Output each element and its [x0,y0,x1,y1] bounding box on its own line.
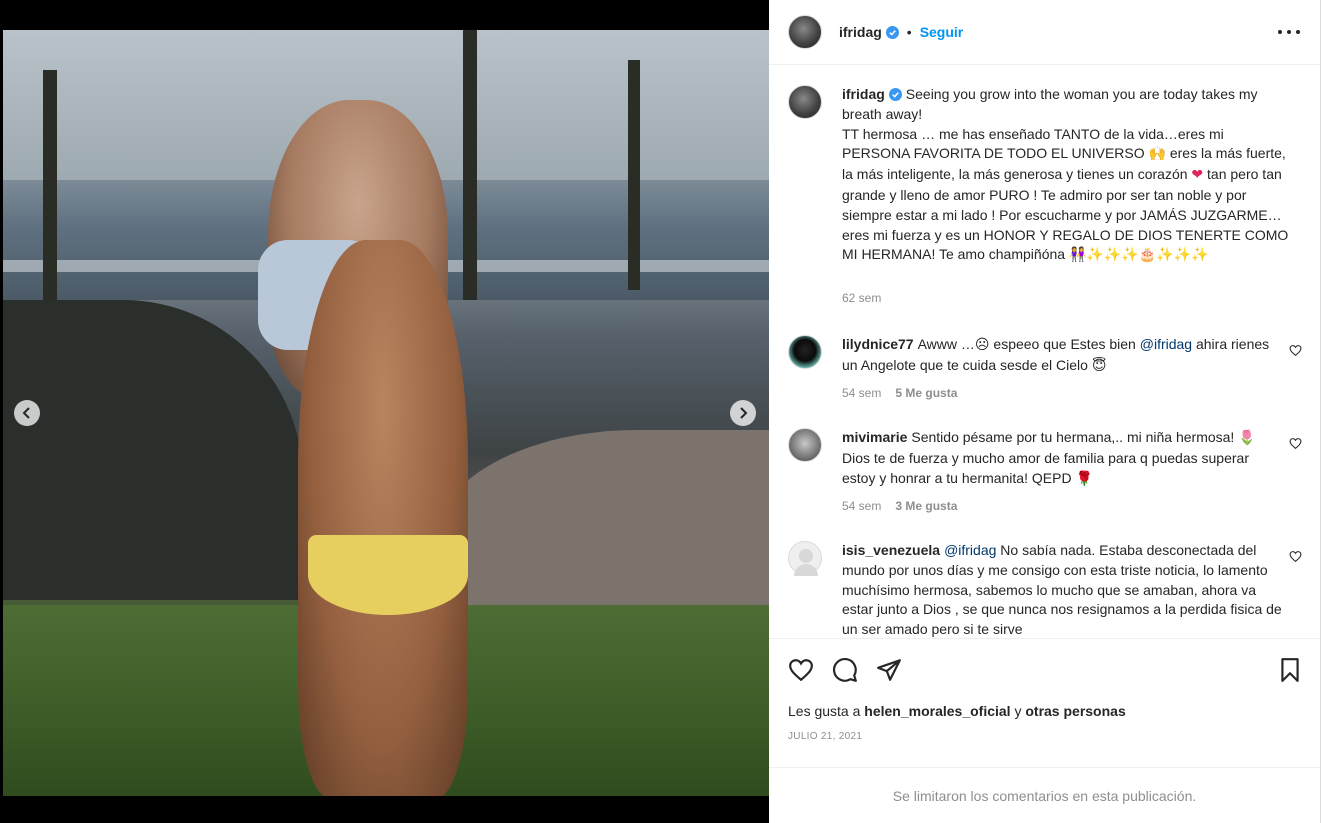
comment-emoji: ☹ [974,337,990,353]
post-header: ifridag • Seguir [769,0,1320,65]
follow-button[interactable]: Seguir [920,24,964,40]
header-separator: • [906,24,912,40]
post-date[interactable]: JULIO 21, 2021 [788,731,862,742]
comment-item: isis_venezuela @ifridag No sabía nada. Es… [788,541,1308,638]
more-horizontal-icon [1287,30,1291,34]
caption-emoji: 🙌 [1148,146,1166,163]
photo-swimsuit [308,535,468,615]
comment-time[interactable]: 54 sem [842,386,881,400]
comment-fragment: Dios te de fuerza y mucho amor de famili… [842,449,1249,486]
comment-meta: 54 sem 3 Me gusta [842,499,957,513]
comment-time[interactable]: 54 sem [842,499,881,513]
heart-icon[interactable] [1289,437,1302,450]
likes-user-link[interactable]: helen_morales_oficial [864,703,1010,719]
comment-fragment: Awww … [917,336,975,352]
more-horizontal-icon [1296,30,1300,34]
caption-username[interactable]: ifridag [842,86,885,102]
heart-emoji: ❤ [1191,167,1204,184]
comment-likes[interactable]: 3 Me gusta [895,499,957,513]
author-avatar[interactable] [788,15,822,49]
comment-mention[interactable]: @ifridag [944,542,996,558]
post-caption: ifridag Seeing you grow into the woman yo… [788,85,1308,315]
comments-list[interactable]: ifridag Seeing you grow into the woman yo… [769,66,1320,638]
comment-emoji: 🌹 [1075,470,1093,487]
likes-others-link[interactable]: otras personas [1025,703,1125,719]
commenter-avatar[interactable] [788,428,822,462]
comment-mention[interactable]: @ifridag [1140,336,1192,352]
likes-prefix: Les gusta a [788,703,865,719]
comments-limited-notice: Se limitaron los comentarios en esta pub… [769,767,1320,823]
carousel-prev-button[interactable] [14,400,40,426]
carousel-next-button[interactable] [730,400,756,426]
default-avatar-head [799,549,813,563]
post-actions: Les gusta a helen_morales_oficial y otra… [769,638,1320,823]
commenter-avatar[interactable] [788,335,822,369]
bookmark-icon[interactable] [1277,657,1303,683]
caption-meta: 62 sem [842,291,881,305]
author-avatar[interactable] [788,85,822,119]
palm-tree [628,60,640,290]
more-horizontal-icon [1278,30,1282,34]
photo-subject-front [298,240,468,796]
heart-icon[interactable] [788,657,814,683]
comment-username[interactable]: mivimarie [842,429,907,445]
comment-icon[interactable] [832,657,858,683]
palm-tree [43,70,57,330]
caption-emoji: 👭✨✨✨🎂✨✨✨ [1068,247,1209,264]
caption-time[interactable]: 62 sem [842,291,881,305]
caption-text: ifridag Seeing you grow into the woman yo… [842,85,1292,266]
likes-mid: y [1010,703,1026,719]
comment-meta: 54 sem 5 Me gusta [842,386,957,400]
heart-icon[interactable] [1289,344,1302,357]
author-username[interactable]: ifridag [839,24,882,40]
comment-fragment: espeeo que Estes bien [989,336,1140,352]
default-avatar-body [794,564,818,576]
commenter-avatar[interactable] [788,541,822,576]
caption-line: Seeing you grow into the woman you are t… [842,86,1258,122]
chevron-right-icon [740,407,748,419]
comment-emoji: 🌷 [1238,430,1256,446]
comment-text: isis_venezuela @ifridag No sabía nada. Es… [842,541,1282,638]
comment-likes[interactable]: 5 Me gusta [895,386,957,400]
verified-badge-icon [885,25,899,39]
comment-emoji: 😇 [1091,357,1107,374]
comment-text: lilydnice77 Awww …☹ espeeo que Estes bien… [842,335,1282,377]
post-panel: ifridag • Seguir ifridag Seeing you grow … [769,0,1321,823]
photo-subjects [248,90,508,796]
comment-text: mivimarie Sentido pésame por tu hermana,.… [842,428,1282,489]
chevron-left-icon [22,407,30,419]
likes-summary: Les gusta a helen_morales_oficial y otra… [788,703,1126,719]
comment-username[interactable]: lilydnice77 [842,336,914,352]
comment-username[interactable]: isis_venezuela [842,542,940,558]
comment-fragment: Sentido pésame por tu hermana,.. mi niña… [911,429,1239,445]
comment-item: mivimarie Sentido pésame por tu hermana,.… [788,428,1308,513]
verified-badge-icon [888,88,902,101]
post-photo[interactable] [3,30,769,796]
comment-item: lilydnice77 Awww …☹ espeeo que Estes bien… [788,335,1308,405]
heart-icon[interactable] [1289,550,1302,563]
more-options-button[interactable] [1278,22,1300,42]
post-media [0,0,769,823]
paper-plane-icon[interactable] [876,657,902,683]
